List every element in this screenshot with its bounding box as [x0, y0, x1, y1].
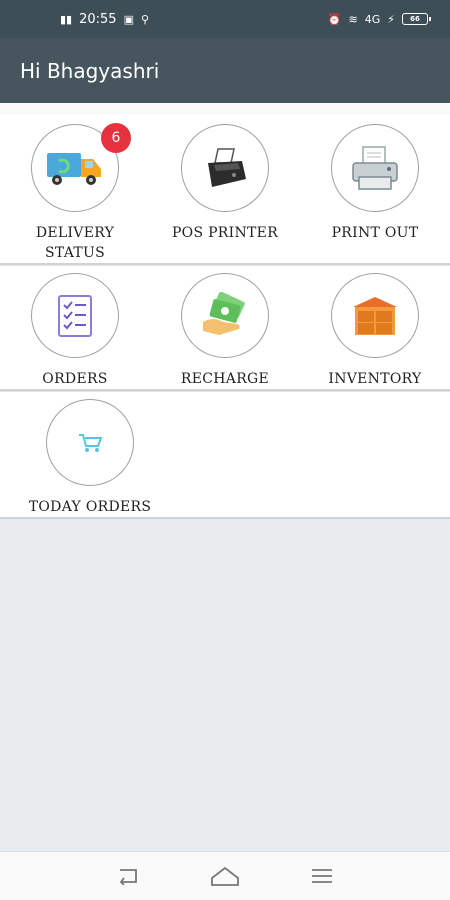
inventory-circle	[331, 273, 419, 358]
recharge-circle	[181, 273, 269, 358]
money-hand-icon	[203, 291, 245, 335]
pos-printer-label: POS PRINTER	[171, 225, 279, 241]
status-time: 20:55	[79, 11, 117, 27]
checklist-icon	[58, 294, 92, 337]
alarm-icon: ⏰	[327, 12, 342, 26]
printer-icon	[352, 146, 398, 190]
system-nav-bar	[0, 851, 450, 900]
app-bar: Hi Bhagyashri	[0, 38, 450, 103]
today-orders-tile[interactable]: TODAY ORDERS	[0, 392, 180, 517]
recharge-label: RECHARGE	[180, 371, 270, 387]
pos-printer-icon	[208, 148, 246, 187]
recharge-tile[interactable]: RECHARGE	[150, 266, 300, 389]
charging-icon: ⚡	[387, 12, 395, 26]
signal-icon: ▮▮	[60, 12, 73, 26]
network-type: 4G	[364, 12, 381, 26]
print-out-circle	[331, 124, 419, 212]
menu-icon	[311, 869, 332, 883]
greeting-title: Hi Bhagyashri	[20, 58, 160, 83]
warehouse-boxes-icon	[353, 296, 397, 335]
tile-row-1: 6 DELIVERY STATUS POS PRINTER PRINT OUT	[0, 115, 450, 265]
today-orders-circle	[46, 399, 134, 486]
status-bar: ▮▮ 20:55 ▣ ⚲ ⏰ ≋ 4G ⚡ 66	[0, 0, 450, 38]
delivery-count-badge: 6	[101, 123, 131, 153]
dashboard: 6 DELIVERY STATUS POS PRINTER PRINT OUT …	[0, 103, 450, 851]
home-icon	[211, 866, 239, 886]
delivery-truck-icon	[47, 153, 101, 185]
wifi-icon: ≋	[348, 12, 358, 26]
delivery-status-circle: 6	[31, 123, 131, 212]
battery-icon: 66	[402, 13, 431, 25]
inventory-label: INVENTORY	[328, 371, 422, 387]
orders-tile[interactable]: ORDERS	[0, 266, 150, 389]
delivery-status-tile[interactable]: 6 DELIVERY STATUS	[0, 115, 150, 263]
tile-row-3: TODAY ORDERS	[0, 391, 450, 519]
back-icon	[120, 869, 138, 885]
usb-icon: ⚲	[140, 12, 150, 26]
pos-printer-tile[interactable]: POS PRINTER	[150, 115, 300, 263]
shopping-cart-icon	[79, 433, 103, 452]
print-out-label: PRINT OUT	[331, 225, 419, 241]
menu-button[interactable]	[302, 856, 342, 896]
tile-row-2: ORDERS RECHARGE INVENTORY	[0, 265, 450, 391]
delivery-status-label: DELIVERY STATUS	[35, 225, 115, 261]
pos-printer-circle	[181, 124, 269, 212]
notification-icon: ▣	[123, 12, 134, 26]
battery-level: 66	[410, 15, 420, 23]
back-button[interactable]	[108, 856, 148, 896]
inventory-tile[interactable]: INVENTORY	[300, 266, 450, 389]
orders-circle	[31, 273, 119, 358]
print-out-tile[interactable]: PRINT OUT	[300, 115, 450, 263]
home-button[interactable]	[205, 856, 245, 896]
today-orders-label: TODAY ORDERS	[28, 499, 152, 515]
orders-label: ORDERS	[42, 371, 108, 387]
